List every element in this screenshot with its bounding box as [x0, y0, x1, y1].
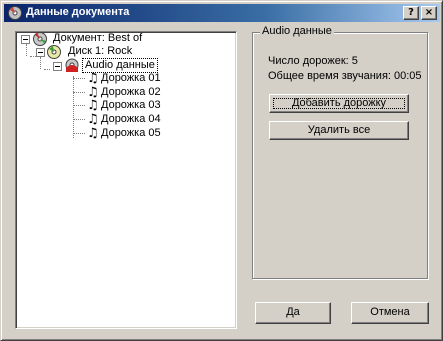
close-button[interactable]: ×: [421, 6, 437, 20]
collapse-toggle[interactable]: [21, 35, 30, 44]
tree-node-label: Дорожка 01: [101, 72, 161, 84]
tree-node-track[interactable]: ♫ Дорожка 05: [16, 127, 226, 140]
tree-node-track[interactable]: ♫ Дорожка 01: [16, 72, 226, 85]
dialog-icon: [8, 6, 22, 20]
tree-node-label: Дорожка 02: [101, 86, 161, 98]
cancel-button-label: Отмена: [370, 306, 410, 318]
tree-node-label: Документ: Best of: [53, 32, 143, 44]
tree-node-track[interactable]: ♫ Дорожка 04: [16, 113, 226, 126]
disc-icon: [47, 45, 61, 59]
document-data-dialog: Данные документа ? × Документ: Best of Д…: [0, 0, 443, 341]
tree-node-audio-data[interactable]: Audio данные: [16, 58, 226, 73]
total-time-label: Общее время звучания: 00:05: [268, 70, 422, 82]
add-track-button[interactable]: Добавить дорожку: [269, 94, 409, 113]
ok-button-label: Да: [286, 306, 300, 318]
tree-node-label: Диск 1: Rock: [68, 45, 133, 57]
tree-node-label: Дорожка 05: [101, 127, 161, 139]
tree-node-track[interactable]: ♫ Дорожка 03: [16, 99, 226, 112]
delete-all-button-label: Удалить все: [307, 124, 371, 136]
delete-all-button[interactable]: Удалить все: [269, 121, 409, 140]
collapse-toggle[interactable]: [53, 62, 62, 71]
tree-node-disc[interactable]: Диск 1: Rock: [16, 45, 226, 59]
ok-button[interactable]: Да: [255, 302, 331, 324]
music-note-icon: ♫: [87, 112, 99, 127]
help-button[interactable]: ?: [403, 6, 419, 20]
focus-rect: [273, 98, 405, 109]
tree-node-track[interactable]: ♫ Дорожка 02: [16, 86, 226, 99]
collapse-toggle[interactable]: [36, 48, 45, 57]
title-bar[interactable]: Данные документа ? ×: [4, 4, 440, 22]
music-note-icon: ♫: [87, 98, 99, 113]
music-note-icon: ♫: [87, 71, 99, 86]
document-tree[interactable]: Документ: Best of Диск 1: Rock Audio дан…: [15, 31, 237, 329]
tree-node-label: Дорожка 04: [101, 113, 161, 125]
dialog-title: Данные документа: [26, 6, 130, 18]
tree-node-label: Дорожка 03: [101, 99, 161, 111]
group-title: Audio данные: [260, 25, 334, 37]
music-note-icon: ♫: [87, 126, 99, 141]
track-count-label: Число дорожек: 5: [268, 55, 358, 67]
cancel-button[interactable]: Отмена: [351, 302, 429, 324]
